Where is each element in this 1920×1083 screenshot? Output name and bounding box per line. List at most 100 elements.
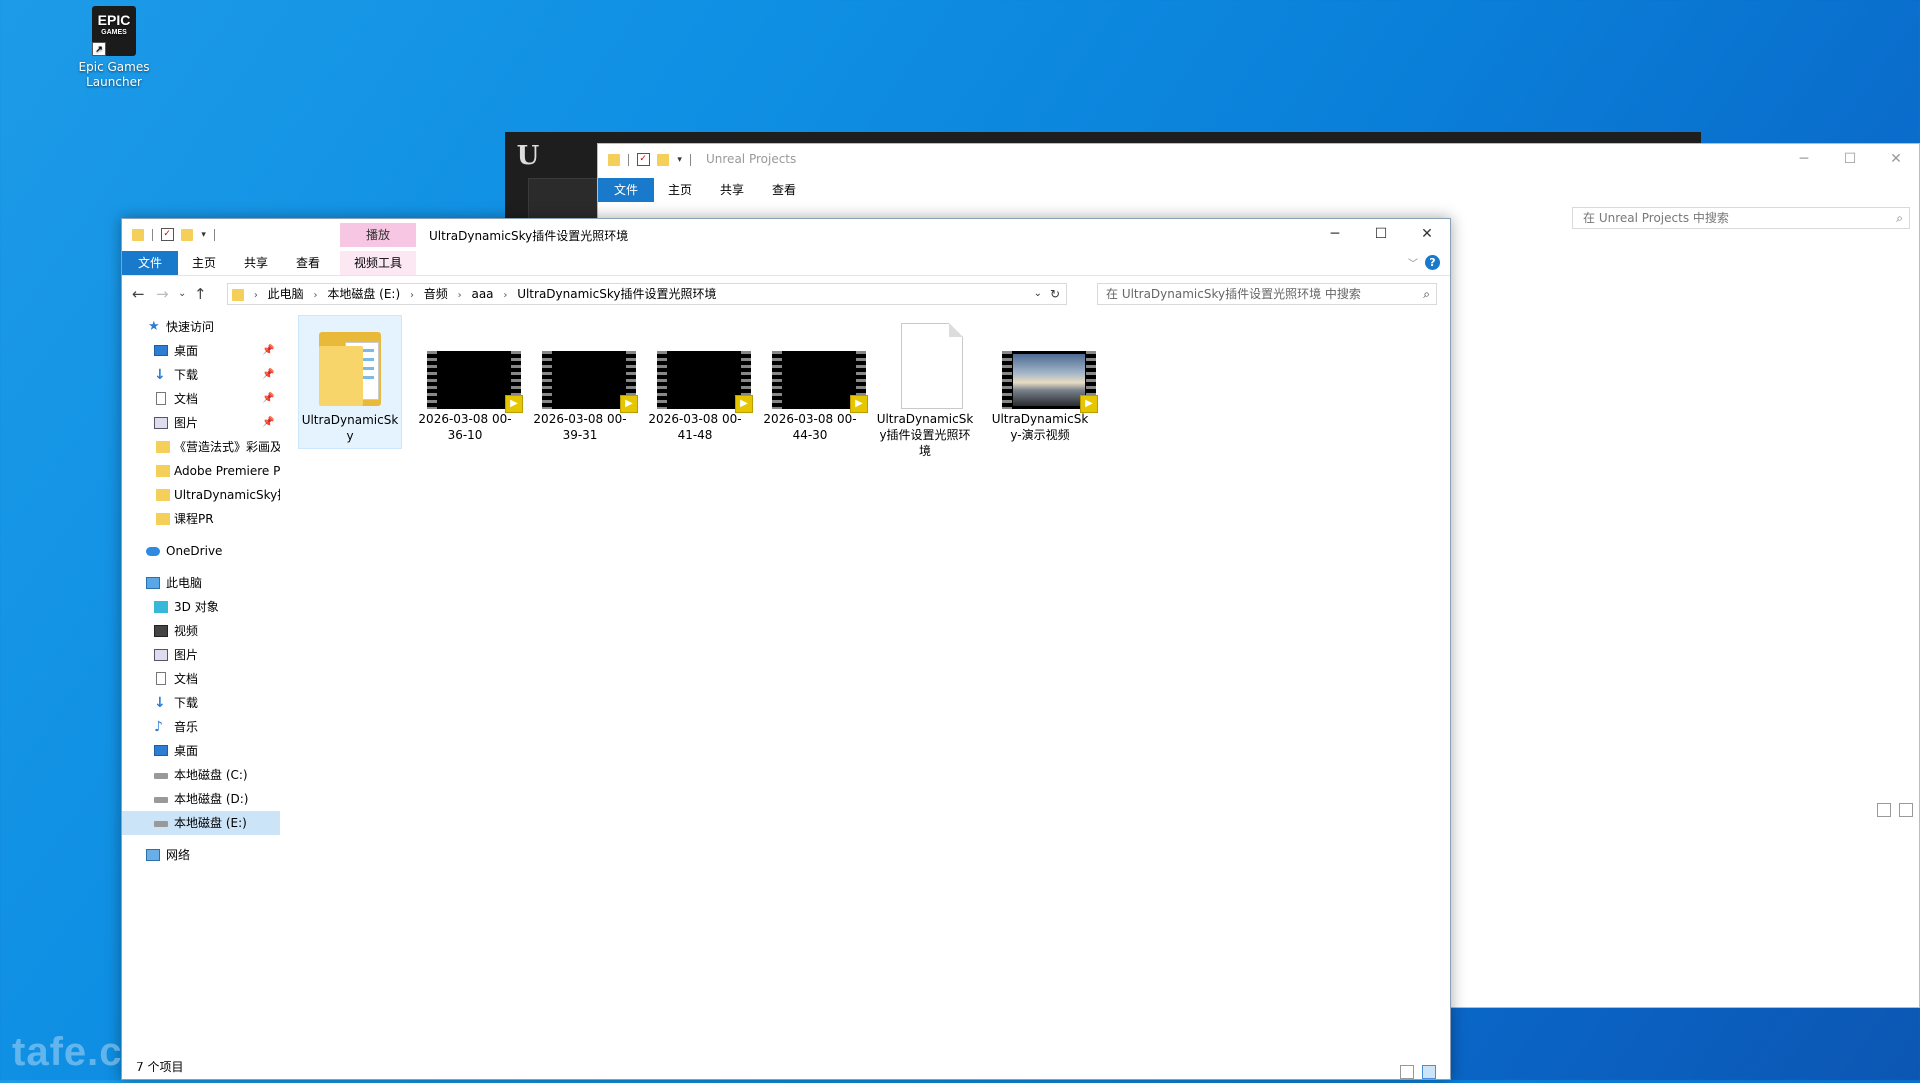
address-dropdown-icon[interactable]: ⌄ xyxy=(1034,284,1042,304)
tab-file[interactable]: 文件 xyxy=(598,178,654,202)
epic-games-launcher-shortcut[interactable]: EPIC GAMES ↗ Epic Games Launcher xyxy=(76,6,152,90)
view-toggle xyxy=(1396,1059,1436,1083)
file-item-video[interactable]: ▶ 2026-03-08 00-44-30 xyxy=(758,315,868,449)
customize-toolbar-icon[interactable]: ▾ xyxy=(677,155,682,165)
sidebar-item-pictures[interactable]: 图片 📌 xyxy=(122,411,280,435)
properties-icon[interactable]: ✓ xyxy=(160,228,174,241)
breadcrumb-item[interactable]: aaa xyxy=(471,287,493,301)
sidebar-item-this-pc[interactable]: 此电脑 xyxy=(122,571,280,595)
sidebar-item-folder[interactable]: Adobe Premiere P xyxy=(122,459,280,483)
sidebar-item-folder[interactable]: 《营造法式》彩画及 xyxy=(122,435,280,459)
pin-icon[interactable]: 📌 xyxy=(262,339,274,363)
customize-toolbar-icon[interactable]: ▾ xyxy=(201,230,206,240)
sidebar-item-onedrive[interactable]: OneDrive xyxy=(122,539,280,563)
tab-share[interactable]: 共享 xyxy=(230,251,282,275)
sidebar-item-drive-e[interactable]: 本地磁盘 (E:) xyxy=(122,811,280,835)
minimize-icon[interactable]: ─ xyxy=(1312,219,1358,249)
file-item-video[interactable]: ▶ 2026-03-08 00-39-31 xyxy=(528,315,638,449)
desktop-icon xyxy=(154,745,168,756)
details-view-icon[interactable] xyxy=(1400,1064,1415,1079)
tab-view[interactable]: 查看 xyxy=(758,178,810,202)
maximize-icon[interactable]: ☐ xyxy=(1358,219,1404,249)
sidebar-item-documents[interactable]: 文档 xyxy=(122,667,280,691)
chevron-right-icon[interactable]: › xyxy=(410,290,414,301)
unreal-engine-logo-icon[interactable]: U xyxy=(510,138,546,174)
file-item-document[interactable]: UltraDynamicSky插件设置光照环境 xyxy=(873,315,977,458)
sidebar-item-desktop[interactable]: 桌面 📌 xyxy=(122,339,280,363)
new-folder-icon[interactable] xyxy=(657,153,670,166)
sidebar-item-label: 视频 xyxy=(174,624,199,638)
pin-icon[interactable]: 📌 xyxy=(262,363,274,387)
folder-icon xyxy=(156,441,170,453)
expand-ribbon-icon[interactable]: ﹀ xyxy=(1408,255,1418,270)
maximize-icon[interactable]: ☐ xyxy=(1827,144,1873,174)
sidebar-item-quick-access[interactable]: ★ 快速访问 xyxy=(122,315,280,339)
pin-icon[interactable]: 📌 xyxy=(262,387,274,411)
window-title: Unreal Projects xyxy=(706,152,797,166)
sidebar-item-label: 桌面 xyxy=(174,344,199,358)
tab-home[interactable]: 主页 xyxy=(654,178,706,202)
recent-locations-icon[interactable]: ⌄ xyxy=(178,288,186,299)
search-input[interactable]: 在 Unreal Projects 中搜索 ⌕ xyxy=(1572,207,1910,229)
chevron-right-icon[interactable]: › xyxy=(458,290,462,301)
close-icon[interactable]: ✕ xyxy=(1404,219,1450,249)
properties-icon[interactable]: ✓ xyxy=(636,153,650,166)
download-icon: ↓ xyxy=(154,367,166,383)
tab-home[interactable]: 主页 xyxy=(178,251,230,275)
tab-view[interactable]: 查看 xyxy=(282,251,334,275)
sidebar-item-network[interactable]: 网络 xyxy=(122,843,280,867)
view-toggle xyxy=(1873,803,1913,817)
up-arrow-icon[interactable]: ↑ xyxy=(194,285,207,303)
file-name: 2026-03-08 00-36-10 xyxy=(418,412,512,442)
help-icon[interactable]: ? xyxy=(1425,255,1440,270)
sidebar-item-music[interactable]: ♪ 音乐 xyxy=(122,715,280,739)
file-item-video[interactable]: ▶ UltraDynamicSky-演示视频 xyxy=(988,315,1098,449)
breadcrumb-item[interactable]: 音频 xyxy=(424,287,448,301)
large-icons-view-icon[interactable] xyxy=(1422,1064,1436,1079)
folder-icon xyxy=(132,228,144,241)
close-icon[interactable]: ✕ xyxy=(1873,144,1919,174)
breadcrumb-item[interactable]: 本地磁盘 (E:) xyxy=(327,287,400,301)
file-item-video[interactable]: ▶ 2026-03-08 00-41-48 xyxy=(643,315,753,449)
file-item-folder[interactable]: UltraDynamicSky xyxy=(298,315,402,449)
details-view-icon[interactable] xyxy=(1877,803,1892,817)
back-arrow-icon[interactable]: ← xyxy=(132,285,145,303)
refresh-icon[interactable]: ↻ xyxy=(1050,284,1060,304)
breadcrumb-item[interactable]: 此电脑 xyxy=(268,287,304,301)
tab-video-tools[interactable]: 视频工具 xyxy=(340,251,416,275)
separator xyxy=(627,153,629,166)
chevron-right-icon[interactable]: › xyxy=(314,290,318,301)
sidebar-item-desktop[interactable]: 桌面 xyxy=(122,739,280,763)
chevron-right-icon[interactable]: › xyxy=(254,290,258,301)
sidebar-item-pictures[interactable]: 图片 xyxy=(122,643,280,667)
large-icons-view-icon[interactable] xyxy=(1899,803,1913,817)
sidebar-item-videos[interactable]: 视频 xyxy=(122,619,280,643)
pin-icon[interactable]: 📌 xyxy=(262,411,274,435)
forward-arrow-icon[interactable]: → xyxy=(156,285,169,303)
sidebar-item-drive-c[interactable]: 本地磁盘 (C:) xyxy=(122,763,280,787)
file-name: 2026-03-08 00-41-48 xyxy=(648,412,742,442)
sidebar-item-label: Adobe Premiere P xyxy=(174,464,280,478)
sidebar-item-folder[interactable]: 课程PR xyxy=(122,507,280,531)
sidebar-item-folder[interactable]: UltraDynamicSky插 xyxy=(122,483,280,507)
tab-play[interactable]: 播放 xyxy=(340,223,416,247)
file-name: UltraDynamicSky xyxy=(301,413,399,443)
document-icon xyxy=(901,323,963,409)
new-folder-icon[interactable] xyxy=(181,228,194,241)
sidebar-item-drive-d[interactable]: 本地磁盘 (D:) xyxy=(122,787,280,811)
sidebar-item-downloads[interactable]: ↓ 下载 📌 xyxy=(122,363,280,387)
sidebar-item-documents[interactable]: 文档 📌 xyxy=(122,387,280,411)
search-input[interactable]: 在 UltraDynamicSky插件设置光照环境 中搜索 ⌕ xyxy=(1097,283,1437,305)
sidebar-item-3d-objects[interactable]: 3D 对象 xyxy=(122,595,280,619)
address-bar[interactable]: › 此电脑 › 本地磁盘 (E:) › 音频 › aaa › UltraDyna… xyxy=(227,283,1067,305)
sidebar-item-downloads[interactable]: ↓ 下载 xyxy=(122,691,280,715)
explorer-window-ultradynamicsky[interactable]: ✓ ▾ 播放 UltraDynamicSky插件设置光照环境 ─ ☐ ✕ 文件 … xyxy=(121,218,1451,1080)
file-item-video[interactable]: ▶ 2026-03-08 00-36-10 xyxy=(413,315,523,449)
sidebar-item-label: 图片 xyxy=(174,416,199,430)
video-file-icon: ▶ xyxy=(657,351,753,413)
tab-share[interactable]: 共享 xyxy=(706,178,758,202)
minimize-icon[interactable]: ─ xyxy=(1781,144,1827,174)
tab-file[interactable]: 文件 xyxy=(122,251,178,275)
chevron-right-icon[interactable]: › xyxy=(503,290,507,301)
breadcrumb-item[interactable]: UltraDynamicSky插件设置光照环境 xyxy=(517,287,716,301)
